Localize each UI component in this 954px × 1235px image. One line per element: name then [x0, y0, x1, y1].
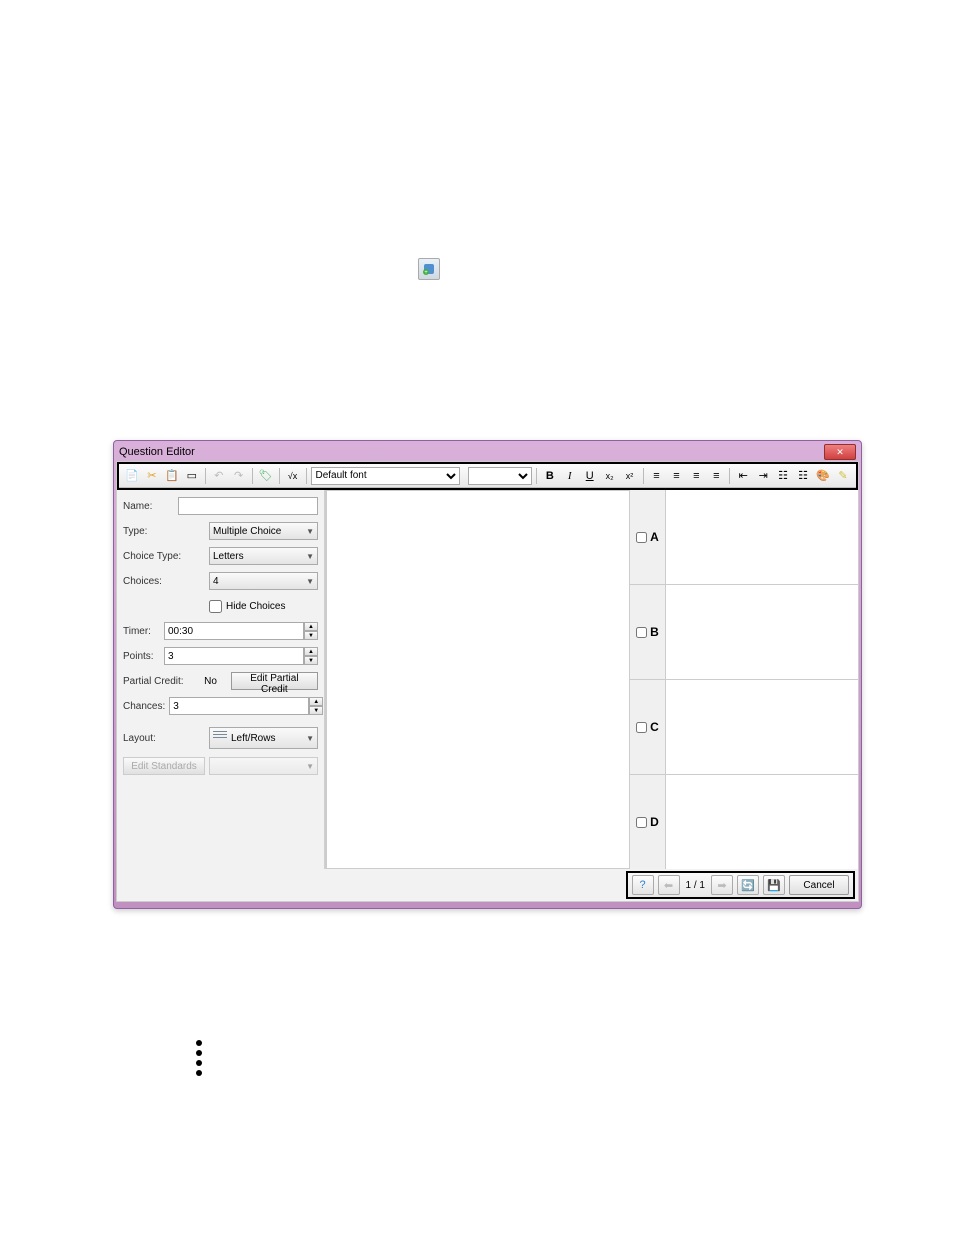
titlebar[interactable]: Question Editor ✕: [116, 443, 859, 461]
partial-label: Partial Credit:: [123, 676, 200, 687]
numbered-list-icon[interactable]: ☷: [774, 467, 792, 485]
redo-icon[interactable]: ↷: [230, 467, 248, 485]
add-question-icon: +: [418, 258, 440, 280]
prev-button: ⬅: [658, 875, 680, 895]
choice-b-checkbox[interactable]: [636, 627, 647, 638]
choice-d-checkbox[interactable]: [636, 817, 647, 828]
paste-icon[interactable]: 📋: [163, 467, 181, 485]
points-down[interactable]: ▼: [304, 656, 318, 665]
align-left-icon[interactable]: ≡: [648, 467, 666, 485]
refresh-button[interactable]: 🔄: [737, 875, 759, 895]
choice-a-checkbox[interactable]: [636, 532, 647, 543]
highlighter-icon[interactable]: ✎: [834, 467, 852, 485]
toolbar: 📄 ✂ 📋 ▭ ↶ ↷ 🏷 √x Default font B I U: [119, 464, 856, 488]
edit-partial-credit-button[interactable]: Edit Partial Credit: [231, 672, 318, 690]
chances-input[interactable]: [169, 697, 309, 715]
choice-d-label: D: [650, 815, 659, 829]
chances-label: Chances:: [123, 701, 165, 712]
copy-icon[interactable]: 📄: [123, 467, 141, 485]
align-right-icon[interactable]: ≡: [687, 467, 705, 485]
equation-icon[interactable]: √x: [284, 467, 302, 485]
choice-c-checkbox[interactable]: [636, 722, 647, 733]
choicetype-label: Choice Type:: [123, 551, 205, 562]
layout-label: Layout:: [123, 733, 205, 744]
fontsize-select[interactable]: [468, 467, 532, 485]
footer-nav: ? ⬅ 1 / 1 ➡ 🔄 💾 Cancel: [626, 871, 855, 899]
choice-d-text[interactable]: [666, 775, 858, 869]
underline-button[interactable]: U: [581, 467, 599, 485]
italic-button[interactable]: I: [561, 467, 579, 485]
layout-icon: [213, 731, 227, 745]
name-label: Name:: [123, 501, 174, 512]
chances-down[interactable]: ▼: [309, 706, 323, 715]
choice-b-text[interactable]: [666, 585, 858, 679]
partial-value: No: [204, 676, 227, 687]
timer-label: Timer:: [123, 626, 160, 637]
choice-c-label: C: [650, 720, 659, 734]
timer-down[interactable]: ▼: [304, 631, 318, 640]
choice-a-label: A: [650, 530, 659, 544]
align-center-icon[interactable]: ≡: [667, 467, 685, 485]
save-button[interactable]: 💾: [763, 875, 785, 895]
tag-icon[interactable]: 🏷: [257, 467, 275, 485]
type-select[interactable]: Multiple Choice▼: [209, 522, 318, 540]
bullet-list-icon[interactable]: ☷: [794, 467, 812, 485]
bullet-list: [196, 1040, 202, 1076]
outdent-icon[interactable]: ⇤: [734, 467, 752, 485]
choices-select[interactable]: 4▼: [209, 572, 318, 590]
cut-icon[interactable]: ✂: [143, 467, 161, 485]
name-input[interactable]: [178, 497, 318, 515]
standards-select: ▼: [209, 757, 318, 775]
cancel-button[interactable]: Cancel: [789, 875, 849, 895]
paste-special-icon[interactable]: ▭: [183, 467, 201, 485]
help-button[interactable]: ?: [632, 875, 654, 895]
points-up[interactable]: ▲: [304, 647, 318, 656]
svg-text:+: +: [424, 270, 428, 276]
question-text-area[interactable]: [326, 490, 630, 869]
superscript-button[interactable]: x²: [621, 467, 639, 485]
undo-icon[interactable]: ↶: [210, 467, 228, 485]
points-input[interactable]: [164, 647, 304, 665]
choice-b-label: B: [650, 625, 659, 639]
edit-standards-button: Edit Standards: [123, 757, 205, 775]
page-indicator: 1 / 1: [684, 880, 707, 891]
chances-up[interactable]: ▲: [309, 697, 323, 706]
dialog-title: Question Editor: [119, 446, 824, 458]
question-editor-dialog: Question Editor ✕ 📄 ✂ 📋 ▭ ↶ ↷ 🏷 √x Defau…: [113, 440, 862, 909]
indent-icon[interactable]: ⇥: [754, 467, 772, 485]
font-select[interactable]: Default font: [311, 467, 461, 485]
close-button[interactable]: ✕: [824, 444, 856, 460]
choice-a-text[interactable]: [666, 490, 858, 584]
align-justify-icon[interactable]: ≡: [707, 467, 725, 485]
properties-panel: Name: Type: Multiple Choice▼ Choice Type…: [117, 490, 325, 869]
hide-choices-checkbox[interactable]: Hide Choices: [209, 600, 285, 613]
next-button: ➡: [711, 875, 733, 895]
choice-c-text[interactable]: [666, 680, 858, 774]
type-label: Type:: [123, 526, 205, 537]
timer-up[interactable]: ▲: [304, 622, 318, 631]
subscript-button[interactable]: x₂: [601, 467, 619, 485]
layout-select[interactable]: Left/Rows ▼: [209, 727, 318, 749]
choicetype-select[interactable]: Letters▼: [209, 547, 318, 565]
bold-button[interactable]: B: [541, 467, 559, 485]
choices-label: Choices:: [123, 576, 205, 587]
points-label: Points:: [123, 651, 160, 662]
timer-input[interactable]: [164, 622, 304, 640]
palette-icon[interactable]: 🎨: [814, 467, 832, 485]
